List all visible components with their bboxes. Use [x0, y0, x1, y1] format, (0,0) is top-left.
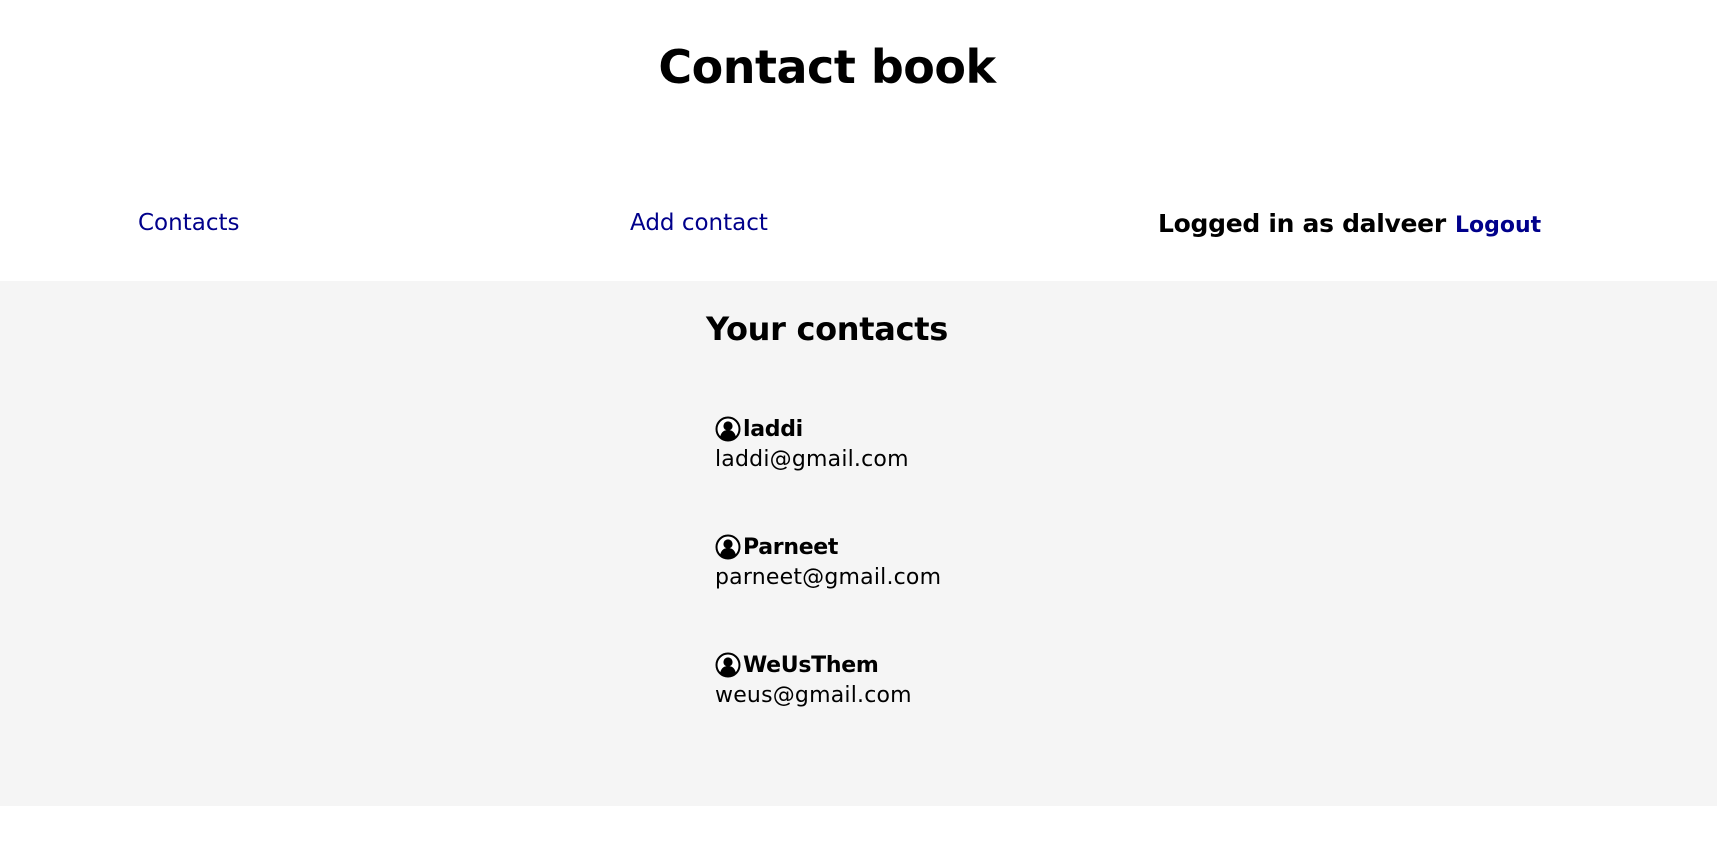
logged-in-text: Logged in as dalveer [1158, 209, 1446, 238]
user-status: Logged in as dalveer Logout [1158, 209, 1541, 238]
contact-item: WeUsThem weus@gmail.com [715, 650, 941, 768]
contact-item: Parneet parneet@gmail.com [715, 532, 941, 650]
contact-name: Parneet [743, 534, 839, 560]
nav-contacts-link[interactable]: Contacts [138, 210, 239, 236]
contact-name-row: laddi [715, 414, 941, 444]
user-avatar-icon [715, 416, 741, 442]
contact-list: laddi laddi@gmail.com Parneet parneet@gm… [715, 414, 941, 768]
user-avatar-icon [715, 652, 741, 678]
nav-add-contact-link[interactable]: Add contact [630, 210, 768, 236]
contact-item: laddi laddi@gmail.com [715, 414, 941, 532]
contacts-section: Your contacts laddi laddi@gmail.com Parn… [0, 281, 1717, 806]
app-title: Contact book [658, 40, 996, 94]
user-avatar-icon [715, 534, 741, 560]
page-header: Contact book Contacts Add contact Logged… [0, 0, 1717, 281]
contact-email: laddi@gmail.com [715, 447, 909, 472]
contact-email: parneet@gmail.com [715, 565, 942, 590]
section-title: Your contacts [706, 310, 948, 348]
contact-email: weus@gmail.com [715, 683, 912, 708]
logout-link[interactable]: Logout [1455, 213, 1541, 238]
contact-name-row: WeUsThem [715, 650, 941, 680]
contact-name: laddi [743, 416, 803, 442]
contact-name: WeUsThem [743, 652, 879, 678]
contact-name-row: Parneet [715, 532, 941, 562]
